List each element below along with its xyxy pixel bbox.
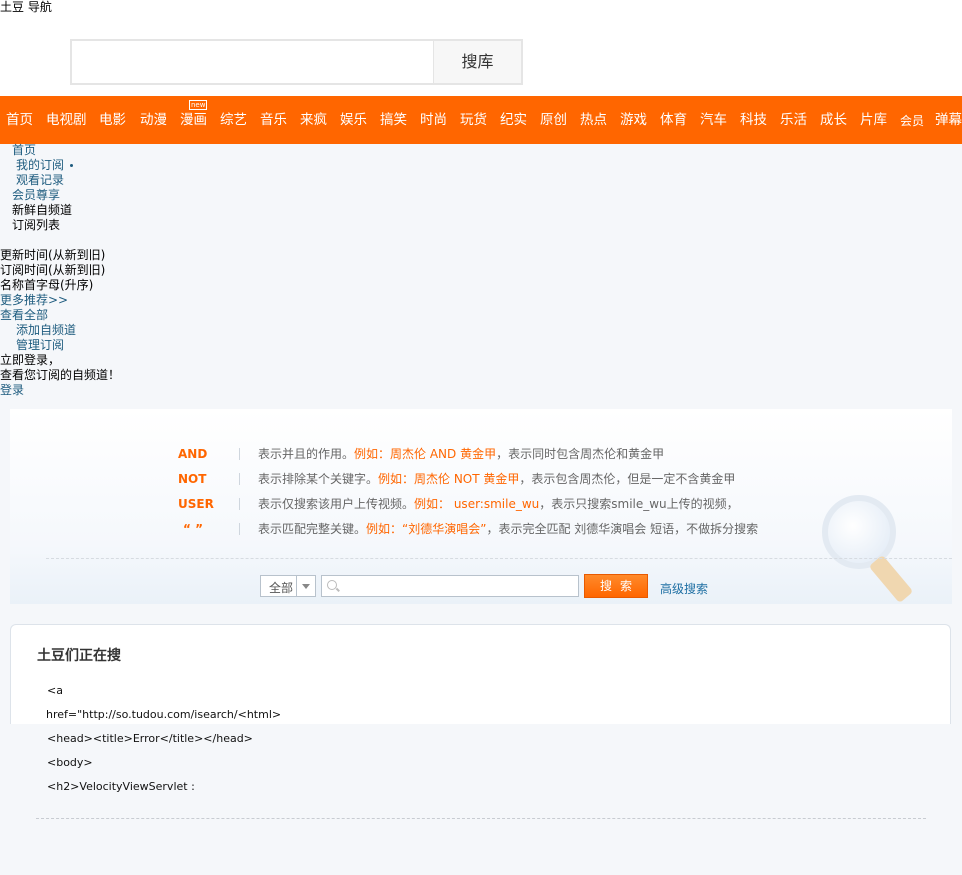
tip-desc: 表示排除某个关键字。 bbox=[258, 472, 379, 486]
nav-item-original[interactable]: 原创 bbox=[540, 96, 567, 144]
nav-item-movie[interactable]: 电影 bbox=[99, 96, 126, 144]
bottom-divider bbox=[36, 818, 926, 819]
tip-text: 表示仅搜索该用户上传视频。例如： user:smile_wu，表示只搜索smil… bbox=[258, 496, 739, 512]
advanced-search-button[interactable]: 搜索 bbox=[584, 574, 648, 598]
nav-item-laifeng[interactable]: 来疯 bbox=[300, 96, 327, 144]
nav-item-comic-label: 漫画 bbox=[180, 112, 207, 128]
tip-desc: 表示仅搜索该用户上传视频。 bbox=[258, 497, 415, 511]
link-add-channel[interactable]: 添加自频道 bbox=[16, 323, 76, 338]
tip-key: “ ” bbox=[183, 522, 203, 536]
search-input[interactable] bbox=[72, 41, 436, 83]
tip-text: 表示并且的作用。例如：周杰伦 AND 黄金甲，表示同时包含周杰伦和黄金甲 bbox=[258, 446, 664, 462]
nav-item-anime[interactable]: 动漫 bbox=[140, 96, 167, 144]
search-scope-value: 全部 bbox=[269, 581, 294, 595]
error-code-line: <h2>VelocityViewServlet : bbox=[47, 780, 195, 793]
sort-option-name[interactable]: 名称首字母(升序) bbox=[0, 278, 93, 293]
tip-separator bbox=[239, 523, 240, 535]
tip-example: 例如：“刘德华演唱会” bbox=[366, 522, 487, 536]
tip-desc-tail: ，表示完全匹配 刘德华演唱会 短语，不做拆分搜索 bbox=[486, 522, 759, 536]
tip-separator bbox=[239, 448, 240, 460]
tip-separator bbox=[239, 498, 240, 510]
link-watch-history[interactable]: 观看记录 bbox=[16, 173, 64, 188]
nav-item-danmaku[interactable]: 弹幕 bbox=[935, 96, 962, 144]
search-tips-panel: AND 表示并且的作用。例如：周杰伦 AND 黄金甲，表示同时包含周杰伦和黄金甲… bbox=[10, 409, 952, 604]
link-member-privilege[interactable]: 会员尊享 bbox=[12, 188, 60, 203]
tip-example: 例如： user:smile_wu bbox=[414, 497, 540, 511]
tip-desc-tail: ，表示只搜索smile_wu上传的视频， bbox=[539, 497, 739, 511]
bullet-dot-icon bbox=[70, 164, 74, 167]
tip-key: AND bbox=[178, 447, 208, 461]
fresh-channels-label: 新鲜自频道 bbox=[12, 203, 73, 217]
nav-item-hot[interactable]: 热点 bbox=[580, 96, 607, 144]
nav-item-library[interactable]: 片库 bbox=[860, 96, 887, 144]
tip-key: USER bbox=[178, 497, 214, 511]
error-code-line: href="http://so.tudou.com/isearch/<html> bbox=[46, 708, 282, 721]
hot-searches-title: 土豆们正在搜 bbox=[37, 648, 121, 664]
tip-example: 例如：周杰伦 NOT 黄金甲 bbox=[378, 472, 520, 486]
sort-option-updated[interactable]: 更新时间(从新到旧) bbox=[0, 248, 105, 263]
channel-nav-bar: 首页 电视剧 电影 动漫 new 漫画 综艺 音乐 来疯 娱乐 搞笑 时尚 玩货… bbox=[0, 96, 962, 144]
nav-item-sports[interactable]: 体育 bbox=[660, 96, 687, 144]
nav-item-tv[interactable]: 电视剧 bbox=[46, 96, 87, 144]
advanced-search-link[interactable]: 高级搜索 bbox=[660, 580, 708, 597]
search-scope-select[interactable]: 全部 bbox=[260, 575, 316, 597]
link-home[interactable]: 首页 bbox=[12, 143, 36, 158]
link-my-subscriptions-label: 我的订阅 bbox=[16, 158, 65, 172]
tip-text: 表示排除某个关键字。例如：周杰伦 NOT 黄金甲，表示包含周杰伦，但是一定不含黄… bbox=[258, 471, 735, 487]
tip-key: NOT bbox=[178, 472, 207, 486]
tip-text: 表示匹配完整关键。例如：“刘德华演唱会”，表示完全匹配 刘德华演唱会 短语，不做… bbox=[258, 521, 758, 537]
chevron-down-icon bbox=[296, 576, 315, 596]
login-prompt-desc: 查看您订阅的自频道！ bbox=[0, 368, 121, 382]
link-login[interactable]: 登录 bbox=[0, 383, 24, 398]
magnifier-handle-icon bbox=[868, 554, 914, 604]
link-view-all[interactable]: 查看全部 bbox=[0, 308, 48, 323]
tip-desc-tail: ，表示同时包含周杰伦和黄金甲 bbox=[496, 447, 665, 461]
search-button[interactable]: 搜库 bbox=[433, 41, 521, 83]
search-box: 搜库 bbox=[70, 39, 523, 85]
nav-item-entertainment[interactable]: 娱乐 bbox=[340, 96, 367, 144]
link-my-subscriptions[interactable]: 我的订阅 bbox=[16, 158, 74, 173]
sort-option-subscribed[interactable]: 订阅时间(从新到旧) bbox=[0, 263, 105, 278]
tip-desc: 表示并且的作用。 bbox=[258, 447, 355, 461]
nav-item-variety[interactable]: 综艺 bbox=[220, 96, 247, 144]
tip-example: 例如：周杰伦 AND 黄金甲 bbox=[354, 447, 497, 461]
page-title: 土豆 导航 bbox=[0, 0, 52, 14]
tip-separator bbox=[239, 473, 240, 485]
tip-desc-tail: ，表示包含周杰伦，但是一定不含黄金甲 bbox=[519, 472, 736, 486]
advanced-search-input[interactable] bbox=[342, 576, 576, 598]
nav-item-goods[interactable]: 玩货 bbox=[460, 96, 487, 144]
error-code-line: <head><title>Error</title></head> bbox=[47, 732, 253, 745]
link-manage-subscriptions[interactable]: 管理订阅 bbox=[16, 338, 64, 353]
tip-desc: 表示匹配完整关键。 bbox=[258, 522, 367, 536]
nav-item-tech[interactable]: 科技 bbox=[740, 96, 767, 144]
nav-item-home[interactable]: 首页 bbox=[6, 96, 33, 144]
login-prompt: 立即登录， bbox=[0, 353, 61, 367]
nav-item-lifestyle[interactable]: 乐活 bbox=[780, 96, 807, 144]
nav-item-auto[interactable]: 汽车 bbox=[700, 96, 727, 144]
error-code-line: <a bbox=[47, 684, 63, 697]
tips-divider bbox=[46, 558, 952, 559]
nav-item-fashion[interactable]: 时尚 bbox=[420, 96, 447, 144]
error-code-line: <body> bbox=[47, 756, 93, 769]
subscription-list-label: 订阅列表 bbox=[12, 218, 61, 232]
new-badge: new bbox=[189, 100, 208, 110]
search-icon bbox=[327, 580, 337, 590]
nav-item-growth[interactable]: 成长 bbox=[820, 96, 847, 144]
nav-item-member[interactable]: 会员 bbox=[900, 96, 924, 144]
nav-item-documentary[interactable]: 纪实 bbox=[500, 96, 527, 144]
nav-item-music[interactable]: 音乐 bbox=[260, 96, 287, 144]
advanced-search-field bbox=[321, 575, 579, 598]
nav-item-funny[interactable]: 搞笑 bbox=[380, 96, 407, 144]
nav-item-comic[interactable]: new 漫画 bbox=[180, 96, 208, 144]
nav-item-games[interactable]: 游戏 bbox=[620, 96, 647, 144]
link-more-recommend[interactable]: 更多推荐>> bbox=[0, 293, 68, 308]
